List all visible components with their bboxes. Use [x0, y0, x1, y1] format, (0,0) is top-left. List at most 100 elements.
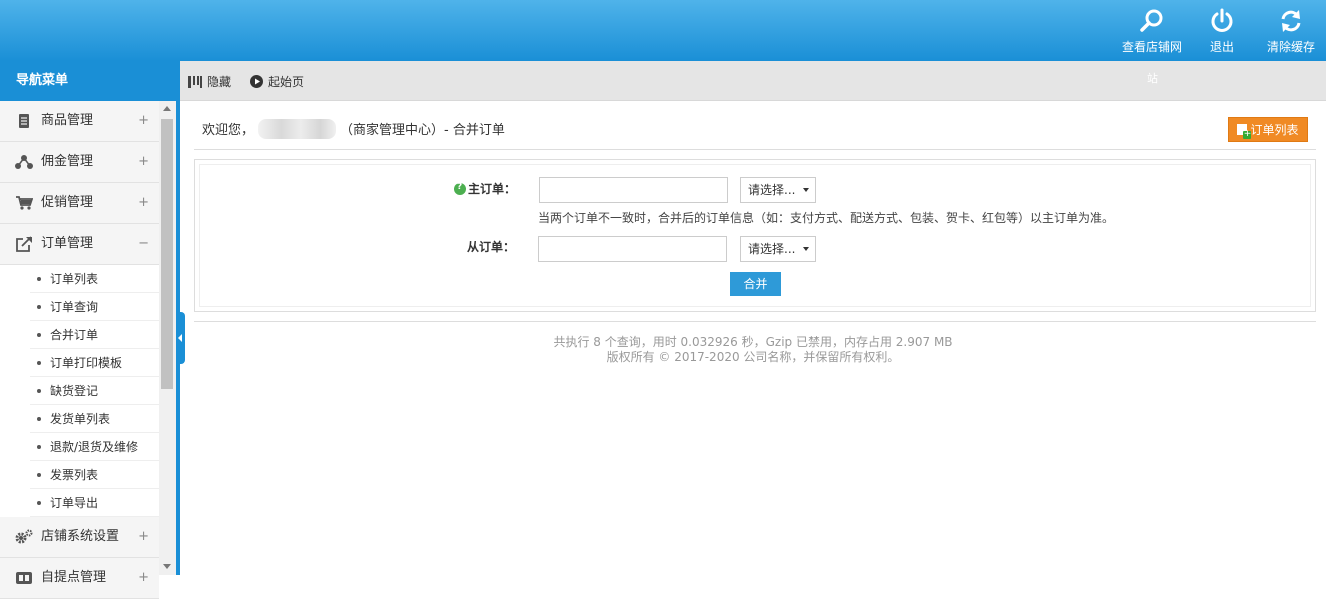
sidebar-item-label: 商品管理: [41, 113, 94, 128]
collapse-toggle[interactable]: −: [138, 224, 149, 264]
subitem-label: 订单打印模板: [50, 356, 123, 370]
home-page-button[interactable]: 起始页: [250, 73, 304, 90]
sidebar-item-orders[interactable]: 订单管理 −: [0, 224, 159, 265]
clear-cache-button[interactable]: 清除缓存: [1267, 8, 1315, 55]
merge-button[interactable]: 合并: [730, 272, 781, 296]
sidebar-item-label: 订单管理: [41, 236, 94, 251]
sidebar-item-label: 店铺系统设置: [41, 529, 120, 544]
expand-toggle[interactable]: +: [138, 558, 149, 598]
sidebar-item-promotion[interactable]: 促销管理 +: [0, 183, 159, 224]
sidebar-item-label: 促销管理: [41, 195, 94, 210]
goods-icon: [19, 114, 29, 128]
cart-icon: [16, 196, 33, 210]
welcome-suffix: （商家管理中心）- 合并订单: [340, 123, 505, 138]
caret-down-icon: [803, 188, 809, 192]
subitem-label: 退款/退货及维修: [50, 440, 139, 454]
sidebar-title: 导航菜单: [0, 61, 176, 101]
bullet-icon: [37, 361, 41, 365]
sidebar-subitem-delivery-list[interactable]: 发货单列表: [0, 405, 159, 433]
logout-button[interactable]: 退出: [1209, 8, 1235, 55]
caret-down-icon: [803, 247, 809, 251]
blurred-username: [258, 119, 337, 139]
sidebar-subitem-invoice[interactable]: 发票列表: [0, 461, 159, 489]
sidebar-item-label: 佣金管理: [41, 154, 94, 169]
sidebar-subitem-export[interactable]: 订单导出: [0, 489, 159, 517]
share-icon: [15, 155, 33, 169]
scrollbar-thumb[interactable]: [161, 119, 173, 389]
scroll-down-icon[interactable]: [163, 564, 171, 569]
sidebar-item-goods[interactable]: 商品管理 +: [0, 101, 159, 142]
sidebar-item-label: 自提点管理: [41, 570, 107, 585]
hide-menu-label: 隐藏: [207, 75, 232, 89]
main-order-select-value: 请选择...: [748, 183, 796, 197]
divider: [194, 321, 1316, 322]
add-file-icon: [1237, 124, 1252, 139]
sidebar: 导航菜单 商品管理 + 佣金管理 + 促销管理 + 订单管理 − 订单列表 订单…: [0, 61, 176, 599]
page-title: 欢迎您， （商家管理中心）- 合并订单: [202, 119, 505, 139]
sidebar-scrollbar[interactable]: [159, 101, 176, 575]
columns-icon: [188, 76, 202, 88]
expand-toggle[interactable]: +: [138, 101, 149, 141]
expand-toggle[interactable]: +: [138, 142, 149, 182]
sub-order-select[interactable]: 请选择...: [740, 236, 816, 262]
home-page-label: 起始页: [268, 75, 305, 89]
expand-toggle[interactable]: +: [138, 517, 149, 557]
export-icon: [16, 236, 32, 252]
toolbar-stray-text: 站: [1147, 72, 1158, 85]
sub-order-input[interactable]: [538, 236, 727, 262]
sidebar-subitem-print-template[interactable]: 订单打印模板: [0, 349, 159, 377]
subitem-label: 订单查询: [50, 300, 99, 314]
main-order-label: 主订单：: [454, 180, 516, 197]
divider: [194, 149, 1316, 150]
sidebar-subitem-refund[interactable]: 退款/退货及维修: [0, 433, 159, 461]
gears-icon: [15, 529, 33, 544]
top-header: 查看店铺网 退出 清除缓存: [0, 0, 1326, 61]
bullet-icon: [37, 473, 41, 477]
bullet-icon: [37, 501, 41, 505]
order-list-button[interactable]: 订单列表: [1228, 117, 1308, 142]
footer-copyright: 版权所有 © 2017-2020 公司名称，并保留所有权利。: [606, 350, 900, 364]
refresh-icon: [1281, 10, 1301, 32]
bullet-icon: [37, 277, 41, 281]
sidebar-item-commission[interactable]: 佣金管理 +: [0, 142, 159, 183]
welcome-prefix: 欢迎您，: [202, 123, 255, 138]
bullet-icon: [37, 305, 41, 309]
help-icon[interactable]: [454, 182, 466, 195]
bullet-icon: [37, 445, 41, 449]
merge-hint-text: 当两个订单不一致时，合并后的订单信息（如：支付方式、配送方式、包装、贺卡、红包等…: [538, 211, 1115, 225]
order-list-button-label: 订单列表: [1250, 123, 1299, 137]
hide-menu-button[interactable]: 隐藏: [188, 73, 231, 90]
subitem-label: 合并订单: [50, 328, 99, 342]
sidebar-subitem-order-list[interactable]: 订单列表: [0, 265, 159, 293]
footer-stats: 共执行 8 个查询，用时 0.032926 秒，Gzip 已禁用，内存占用 2.…: [553, 335, 953, 349]
scroll-up-icon[interactable]: [163, 106, 171, 111]
view-shop-label: 查看店铺网: [1122, 40, 1183, 54]
bullet-icon: [37, 333, 41, 337]
sub-order-label: 从订单：: [467, 240, 516, 254]
view-shop-button[interactable]: 查看店铺网: [1122, 8, 1182, 55]
sidebar-subitem-merge-order[interactable]: 合并订单: [0, 321, 159, 349]
main-order-label-text: 主订单：: [468, 182, 517, 196]
subitem-label: 发票列表: [50, 468, 99, 482]
sidebar-subitem-order-query[interactable]: 订单查询: [0, 293, 159, 321]
search-icon: [1140, 9, 1163, 32]
bullet-icon: [37, 417, 41, 421]
sub-order-select-value: 请选择...: [748, 242, 796, 256]
subitem-label: 发货单列表: [50, 412, 111, 426]
clear-cache-label: 清除缓存: [1267, 40, 1316, 54]
logout-label: 退出: [1209, 40, 1234, 54]
play-circle-icon: [250, 75, 263, 88]
sidebar-item-shop-settings[interactable]: 店铺系统设置 +: [0, 517, 159, 558]
main-order-input[interactable]: [539, 177, 728, 203]
subitem-label: 订单列表: [50, 272, 99, 286]
subitem-label: 缺货登记: [50, 384, 99, 398]
bullet-icon: [37, 389, 41, 393]
main-order-select[interactable]: 请选择...: [740, 177, 816, 203]
page-footer: 共执行 8 个查询，用时 0.032926 秒，Gzip 已禁用，内存占用 2.…: [180, 335, 1326, 365]
sidebar-item-pickup[interactable]: 自提点管理 +: [0, 558, 159, 599]
power-icon: [1211, 8, 1233, 32]
toolbar: 隐藏 起始页 站: [180, 61, 1326, 101]
expand-toggle[interactable]: +: [138, 183, 149, 223]
sidebar-menu: 商品管理 + 佣金管理 + 促销管理 + 订单管理 − 订单列表 订单查询 合并…: [0, 101, 159, 599]
sidebar-subitem-shortage[interactable]: 缺货登记: [0, 377, 159, 405]
